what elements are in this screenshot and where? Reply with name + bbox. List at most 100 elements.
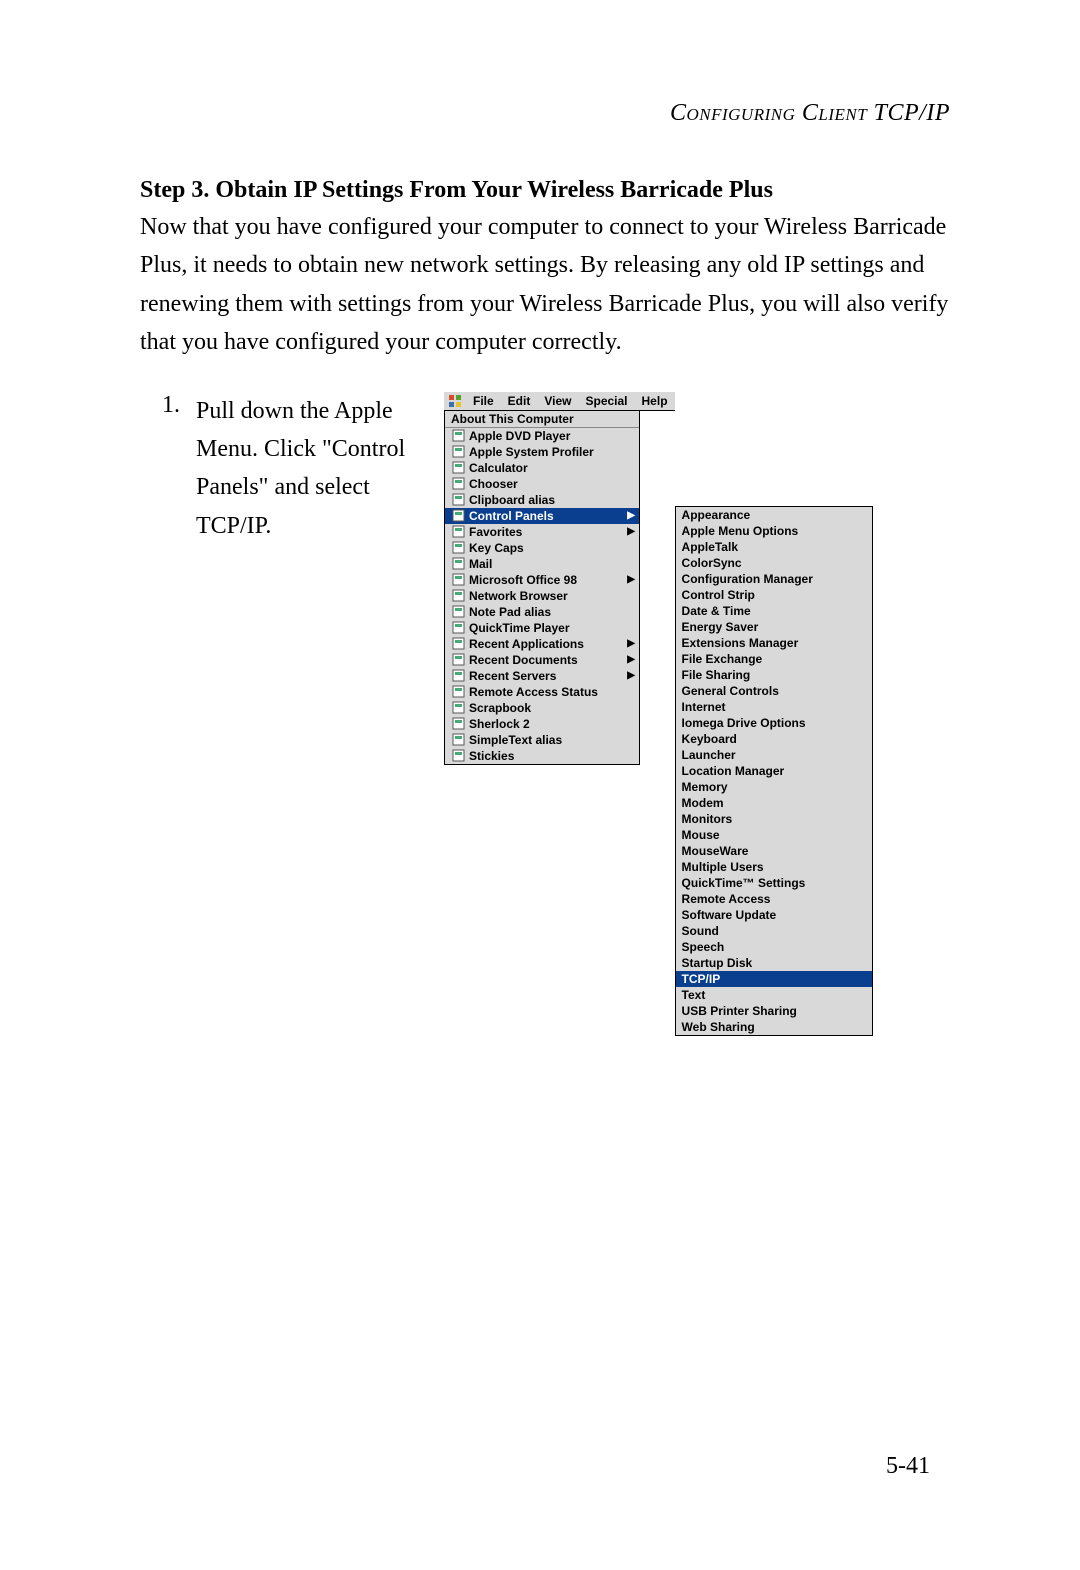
submenu-item[interactable]: Speech bbox=[676, 939, 872, 955]
submenu-item[interactable]: Web Sharing bbox=[676, 1019, 872, 1035]
menu-item-label: SimpleText alias bbox=[469, 733, 635, 747]
menu-item[interactable]: Favorites▶ bbox=[445, 524, 639, 540]
menu-item-label: Key Caps bbox=[469, 541, 635, 555]
submenu-item[interactable]: Iomega Drive Options bbox=[676, 715, 872, 731]
menu-item-icon bbox=[451, 525, 465, 539]
submenu-item[interactable]: TCP/IP bbox=[676, 971, 872, 987]
submenu-item[interactable]: Location Manager bbox=[676, 763, 872, 779]
menu-item-icon bbox=[451, 477, 465, 491]
menu-item-icon bbox=[451, 445, 465, 459]
menu-item[interactable]: Recent Applications▶ bbox=[445, 636, 639, 652]
menu-item[interactable]: SimpleText alias bbox=[445, 732, 639, 748]
submenu-item[interactable]: ColorSync bbox=[676, 555, 872, 571]
menu-file[interactable]: File bbox=[470, 394, 497, 408]
apple-menu-icon[interactable] bbox=[448, 394, 462, 408]
submenu-arrow-icon: ▶ bbox=[627, 511, 635, 521]
menu-item-label: Apple DVD Player bbox=[469, 429, 635, 443]
menu-special[interactable]: Special bbox=[582, 394, 630, 408]
menu-item[interactable]: Scrapbook bbox=[445, 700, 639, 716]
menu-item-icon bbox=[451, 509, 465, 523]
macos-screenshot: File Edit View Special Help About This C… bbox=[444, 392, 873, 1036]
menu-item-label: Remote Access Status bbox=[469, 685, 635, 699]
menu-item[interactable]: Note Pad alias bbox=[445, 604, 639, 620]
menu-item-icon bbox=[451, 701, 465, 715]
submenu-item[interactable]: Internet bbox=[676, 699, 872, 715]
menu-edit[interactable]: Edit bbox=[505, 394, 534, 408]
menu-item[interactable]: Recent Documents▶ bbox=[445, 652, 639, 668]
submenu-item[interactable]: AppleTalk bbox=[676, 539, 872, 555]
submenu-item[interactable]: Apple Menu Options bbox=[676, 523, 872, 539]
submenu-item[interactable]: General Controls bbox=[676, 683, 872, 699]
submenu-arrow-icon: ▶ bbox=[627, 527, 635, 537]
submenu-item[interactable]: Extensions Manager bbox=[676, 635, 872, 651]
menu-item[interactable]: Apple DVD Player bbox=[445, 428, 639, 444]
submenu-item[interactable]: Configuration Manager bbox=[676, 571, 872, 587]
menu-item[interactable]: Microsoft Office 98▶ bbox=[445, 572, 639, 588]
submenu-item[interactable]: QuickTime™ Settings bbox=[676, 875, 872, 891]
menu-item-icon bbox=[451, 557, 465, 571]
menu-item[interactable]: Network Browser bbox=[445, 588, 639, 604]
menu-item[interactable]: Apple System Profiler bbox=[445, 444, 639, 460]
submenu-item[interactable]: Software Update bbox=[676, 907, 872, 923]
apple-menu-dropdown: About This Computer Apple DVD Player Appl… bbox=[444, 411, 640, 765]
menu-item-label: Network Browser bbox=[469, 589, 635, 603]
submenu-item[interactable]: USB Printer Sharing bbox=[676, 1003, 872, 1019]
menu-view[interactable]: View bbox=[541, 394, 574, 408]
menu-item[interactable]: Mail bbox=[445, 556, 639, 572]
menu-item-label: Apple System Profiler bbox=[469, 445, 635, 459]
menu-item-label: About This Computer bbox=[451, 412, 635, 426]
menu-item-icon bbox=[451, 493, 465, 507]
submenu-item[interactable]: Control Strip bbox=[676, 587, 872, 603]
submenu-item[interactable]: Memory bbox=[676, 779, 872, 795]
menu-item[interactable]: Clipboard alias bbox=[445, 492, 639, 508]
menu-item-icon bbox=[451, 637, 465, 651]
submenu-item[interactable]: Mouse bbox=[676, 827, 872, 843]
menu-item-icon bbox=[451, 749, 465, 763]
menubar: File Edit View Special Help bbox=[444, 392, 675, 411]
submenu-item[interactable]: Energy Saver bbox=[676, 619, 872, 635]
menu-item[interactable]: Remote Access Status bbox=[445, 684, 639, 700]
submenu-item[interactable]: MouseWare bbox=[676, 843, 872, 859]
menu-item-icon bbox=[451, 669, 465, 683]
submenu-item[interactable]: Startup Disk bbox=[676, 955, 872, 971]
submenu-item[interactable]: Keyboard bbox=[676, 731, 872, 747]
menu-item[interactable]: Key Caps bbox=[445, 540, 639, 556]
menu-item-icon bbox=[451, 621, 465, 635]
menu-item[interactable]: Calculator bbox=[445, 460, 639, 476]
submenu-item[interactable]: Launcher bbox=[676, 747, 872, 763]
submenu-item[interactable]: File Sharing bbox=[676, 667, 872, 683]
menu-item-label: Clipboard alias bbox=[469, 493, 635, 507]
submenu-item[interactable]: Sound bbox=[676, 923, 872, 939]
menu-item-label: Sherlock 2 bbox=[469, 717, 635, 731]
intro-paragraph: Now that you have configured your comput… bbox=[140, 208, 950, 362]
menu-item-label: Favorites bbox=[469, 525, 627, 539]
submenu-item[interactable]: Date & Time bbox=[676, 603, 872, 619]
menu-item[interactable]: Sherlock 2 bbox=[445, 716, 639, 732]
menu-item-label: Chooser bbox=[469, 477, 635, 491]
menu-help[interactable]: Help bbox=[639, 394, 671, 408]
submenu-item[interactable]: Multiple Users bbox=[676, 859, 872, 875]
menu-item[interactable]: Chooser bbox=[445, 476, 639, 492]
submenu-item[interactable]: Text bbox=[676, 987, 872, 1003]
submenu-item[interactable]: Appearance bbox=[676, 507, 872, 523]
submenu-item[interactable]: Remote Access bbox=[676, 891, 872, 907]
menu-item-about[interactable]: About This Computer bbox=[445, 411, 639, 427]
menu-item[interactable]: Stickies bbox=[445, 748, 639, 764]
menu-item-label: Scrapbook bbox=[469, 701, 635, 715]
control-panels-submenu: AppearanceApple Menu OptionsAppleTalkCol… bbox=[675, 506, 873, 1036]
submenu-arrow-icon: ▶ bbox=[627, 639, 635, 649]
instruction-number: 1. bbox=[140, 392, 180, 419]
menu-item-icon bbox=[451, 733, 465, 747]
submenu-item[interactable]: Modem bbox=[676, 795, 872, 811]
menu-item[interactable]: Recent Servers▶ bbox=[445, 668, 639, 684]
menu-item[interactable]: QuickTime Player bbox=[445, 620, 639, 636]
menu-item-icon bbox=[451, 685, 465, 699]
menu-item-icon bbox=[451, 541, 465, 555]
submenu-item[interactable]: File Exchange bbox=[676, 651, 872, 667]
menu-item-label: Calculator bbox=[469, 461, 635, 475]
menu-item[interactable]: Control Panels▶ bbox=[445, 508, 639, 524]
menu-item-label: Stickies bbox=[469, 749, 635, 763]
submenu-arrow-icon: ▶ bbox=[627, 671, 635, 681]
submenu-arrow-icon: ▶ bbox=[627, 575, 635, 585]
submenu-item[interactable]: Monitors bbox=[676, 811, 872, 827]
